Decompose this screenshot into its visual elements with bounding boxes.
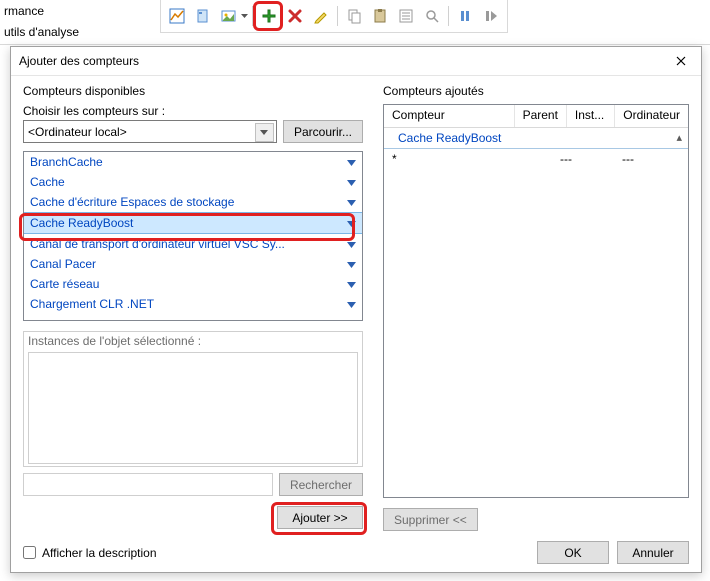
close-button[interactable]	[661, 47, 701, 75]
instances-label: Instances de l'objet sélectionné :	[28, 334, 201, 348]
copy-icon[interactable]	[342, 4, 366, 28]
page-icon[interactable]	[191, 4, 215, 28]
image-icon[interactable]	[217, 4, 241, 28]
instances-list[interactable]	[28, 352, 358, 464]
show-description-checkbox[interactable]: Afficher la description	[23, 546, 157, 560]
col-instance[interactable]: Inst...	[567, 105, 615, 127]
bg-text-1: rmance	[4, 4, 44, 18]
col-counter[interactable]: Compteur	[384, 105, 515, 127]
table-row[interactable]: * --- ---	[384, 149, 688, 169]
chevron-down-icon[interactable]	[344, 175, 356, 189]
computer-combo-value: <Ordinateur local>	[28, 125, 127, 139]
bg-text-2: utils d'analyse	[4, 25, 79, 39]
cancel-button[interactable]: Annuler	[617, 541, 689, 564]
counter-item[interactable]: Canal de transport d'ordinateur virtuel …	[24, 234, 362, 254]
counter-item[interactable]: Carte réseau	[24, 274, 362, 294]
counter-item-label: Cache ReadyBoost	[30, 216, 344, 230]
counter-item[interactable]: Canal Pacer	[24, 254, 362, 274]
add-button[interactable]: Ajouter >>	[277, 506, 363, 529]
toolbar	[160, 0, 508, 33]
object-row[interactable]: Cache ReadyBoost ▴	[384, 128, 688, 149]
browse-button[interactable]: Parcourir...	[283, 120, 363, 143]
counter-item[interactable]: Cache d'écriture Espaces de stockage	[24, 192, 362, 212]
counter-item[interactable]: Chargement CLR .NET	[24, 294, 362, 314]
choose-computer-label: Choisir les compteurs sur :	[23, 104, 363, 118]
counter-item-label: Carte réseau	[30, 277, 344, 291]
dropdown-caret-icon[interactable]	[241, 14, 248, 18]
dialog-title: Ajouter des compteurs	[19, 54, 661, 68]
counter-item[interactable]: BranchCache	[24, 152, 362, 172]
add-counter-button[interactable]	[257, 4, 281, 28]
counter-item-label: Chargement CLR .NET	[30, 297, 344, 311]
zoom-icon[interactable]	[420, 4, 444, 28]
chevron-down-icon[interactable]	[255, 123, 274, 142]
counter-item-label: BranchCache	[30, 155, 344, 169]
chevron-down-icon[interactable]	[344, 216, 356, 230]
show-description-input[interactable]	[23, 546, 36, 559]
show-description-label: Afficher la description	[42, 546, 157, 560]
computer-combo[interactable]: <Ordinateur local>	[23, 120, 277, 143]
counter-item-label: Cache d'écriture Espaces de stockage	[30, 195, 344, 209]
instances-group: Instances de l'objet sélectionné :	[23, 331, 363, 467]
properties-icon[interactable]	[394, 4, 418, 28]
counter-item[interactable]: Cache	[24, 172, 362, 192]
chevron-down-icon[interactable]	[344, 297, 356, 311]
remove-button[interactable]: Supprimer <<	[383, 508, 478, 531]
available-counters-label: Compteurs disponibles	[23, 84, 363, 98]
chevron-down-icon[interactable]	[344, 237, 356, 251]
search-button[interactable]: Rechercher	[279, 473, 363, 496]
titlebar: Ajouter des compteurs	[11, 47, 701, 76]
step-icon[interactable]	[479, 4, 503, 28]
counter-item[interactable]: Cache ReadyBoost	[24, 212, 362, 234]
counter-item-label: Cache	[30, 175, 344, 189]
instance-search-input[interactable]	[23, 473, 273, 496]
chevron-down-icon[interactable]	[344, 195, 356, 209]
collapse-icon[interactable]: ▴	[676, 131, 682, 144]
added-counters-label: Compteurs ajoutés	[383, 84, 689, 98]
col-computer[interactable]: Ordinateur	[615, 105, 688, 127]
ok-button[interactable]: OK	[537, 541, 609, 564]
added-counters-table[interactable]: Compteur Parent Inst... Ordinateur Cache…	[383, 104, 689, 498]
pause-icon[interactable]	[453, 4, 477, 28]
add-counters-dialog: Ajouter des compteurs Compteurs disponib…	[10, 46, 702, 573]
paste-icon[interactable]	[368, 4, 392, 28]
highlight-icon[interactable]	[309, 4, 333, 28]
counter-item-label: Canal de transport d'ordinateur virtuel …	[30, 237, 344, 251]
counter-item-label: Canal Pacer	[30, 257, 344, 271]
chevron-down-icon[interactable]	[344, 155, 356, 169]
chevron-down-icon[interactable]	[344, 277, 356, 291]
chevron-down-icon[interactable]	[344, 257, 356, 271]
delete-button[interactable]	[283, 4, 307, 28]
col-parent[interactable]: Parent	[515, 105, 567, 127]
table-header: Compteur Parent Inst... Ordinateur	[384, 105, 688, 128]
counters-list[interactable]: BranchCache Cache Cache d'écriture Espaces…	[23, 151, 363, 321]
chart-type-icon[interactable]	[165, 4, 189, 28]
